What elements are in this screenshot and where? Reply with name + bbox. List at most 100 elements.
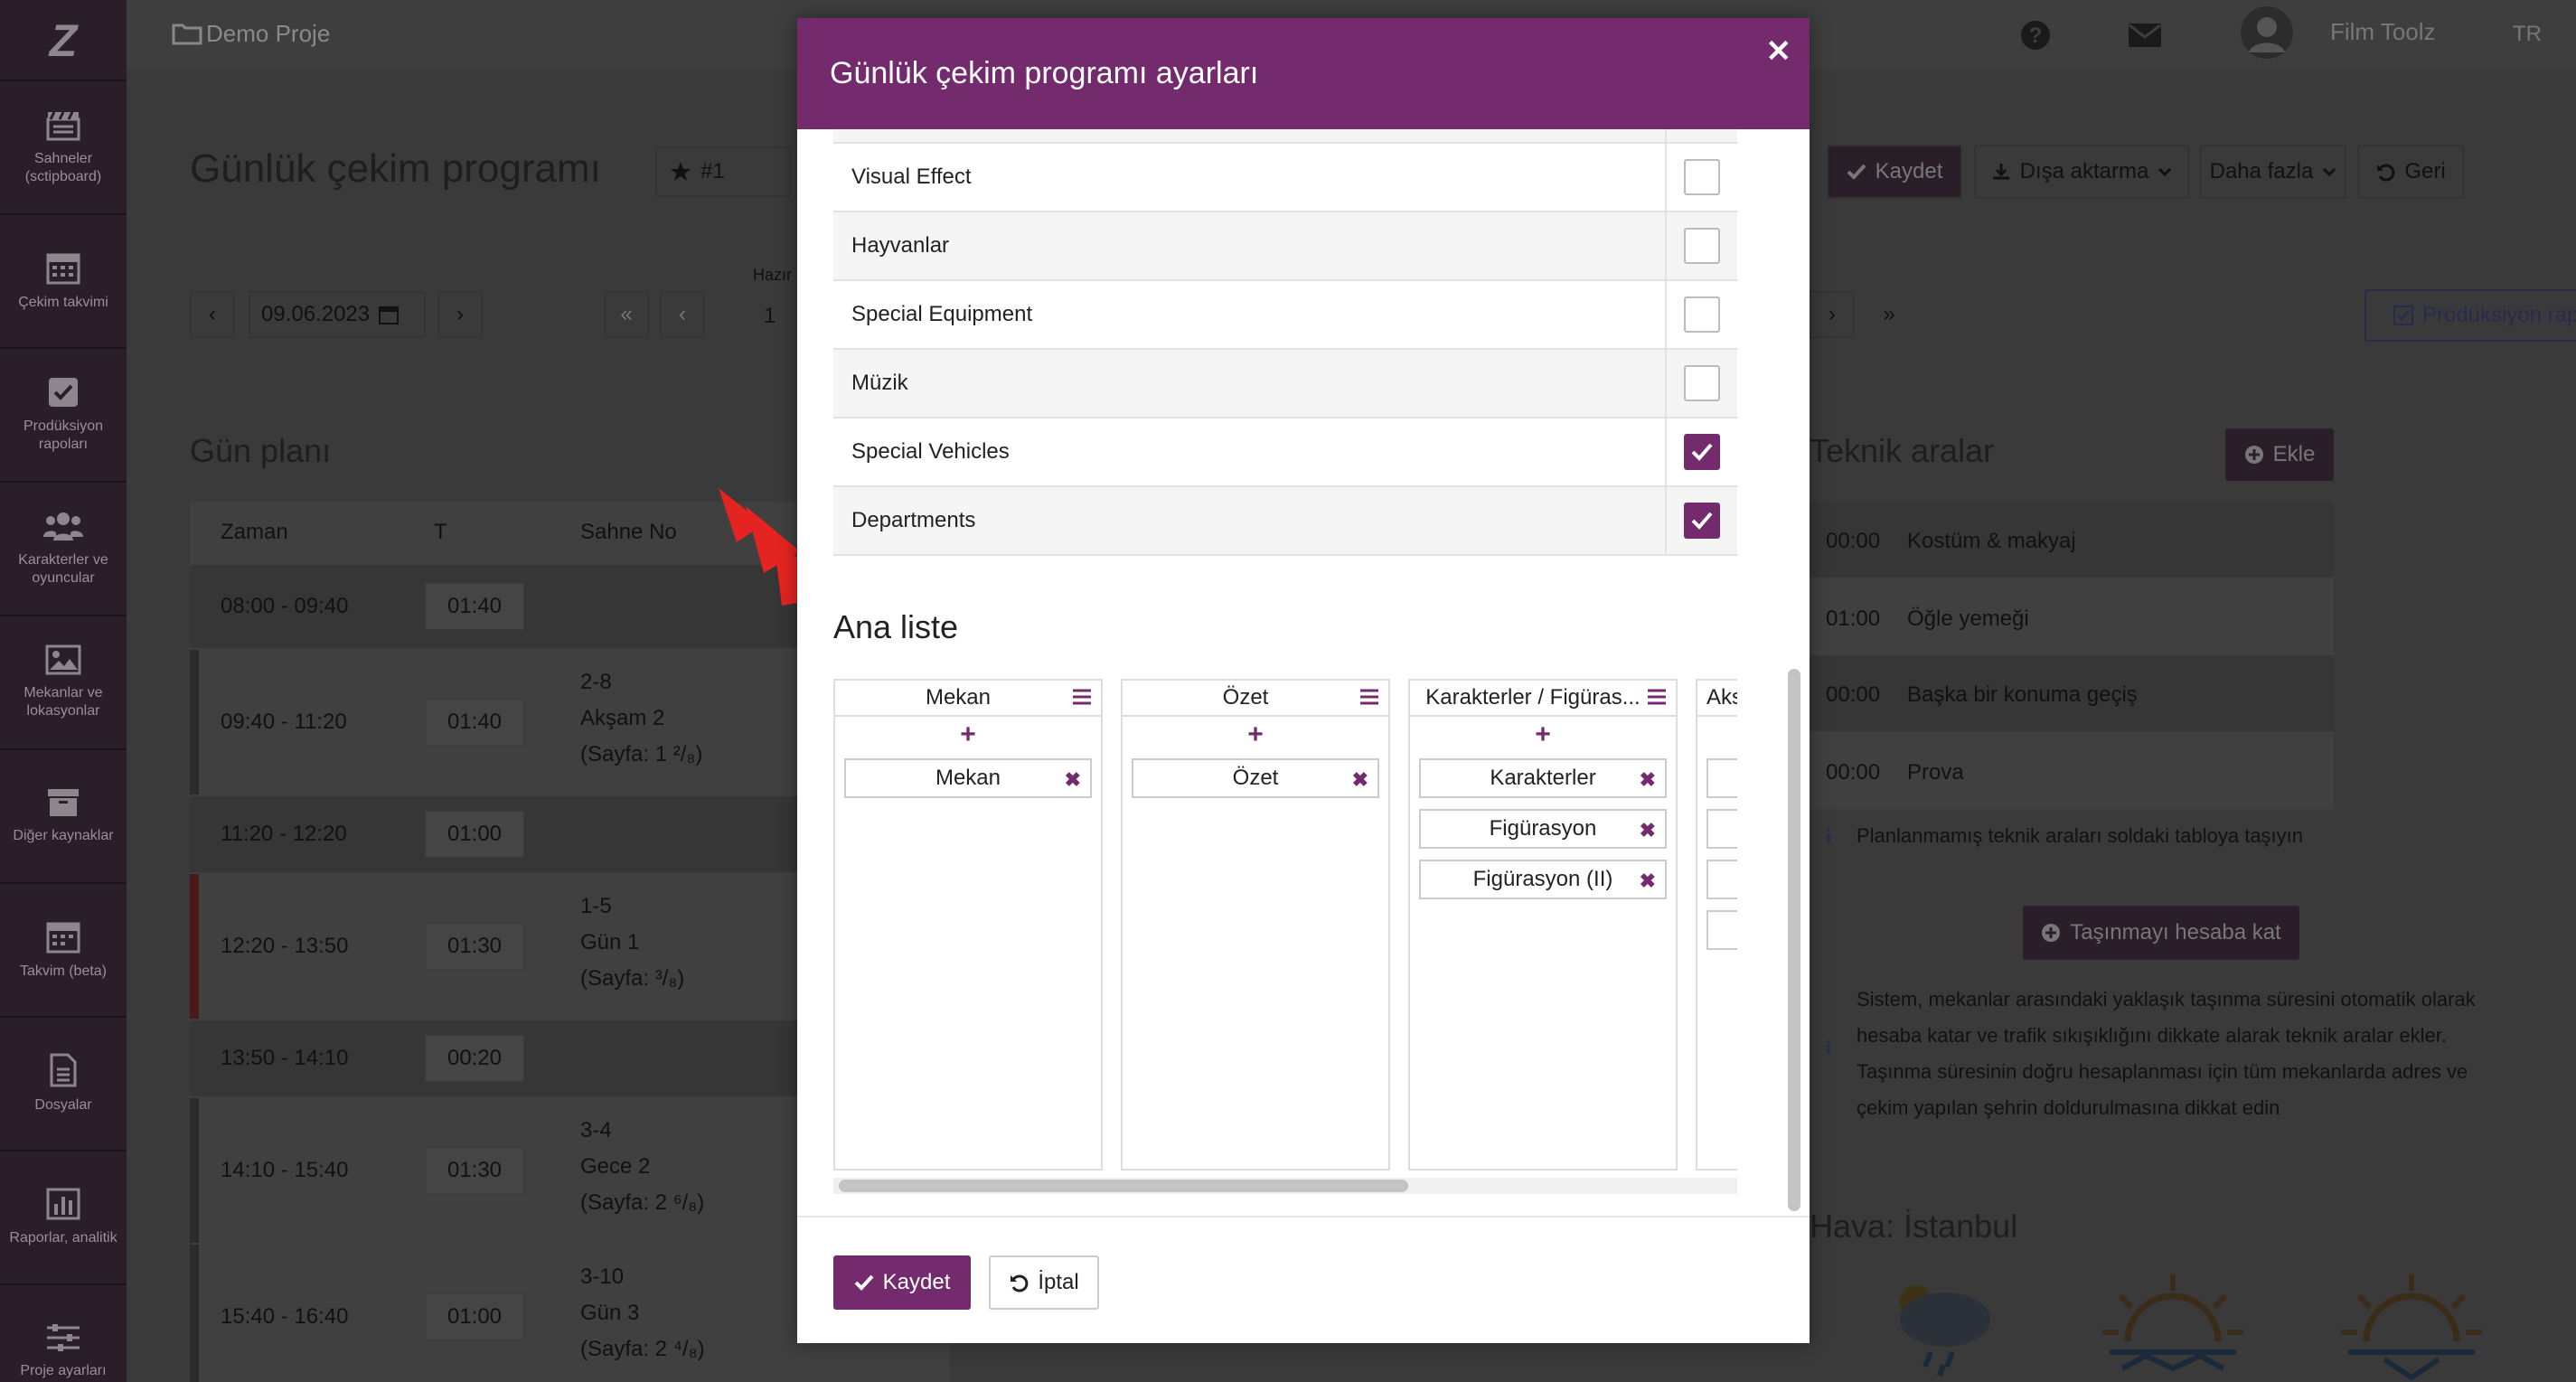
list-item[interactable]: 00:00 Kostüm & makyaj <box>1810 502 2334 578</box>
row-duration[interactable]: 01:30 <box>425 1147 524 1194</box>
undo-icon <box>2375 162 2395 182</box>
avatar[interactable] <box>2240 5 2294 60</box>
sidebar-item-production-reports[interactable]: Prodüksiyon rapoları <box>0 349 127 483</box>
sidebar-item-characters[interactable]: Karakterler ve oyuncular <box>0 483 127 616</box>
row-duration[interactable]: 01:40 <box>425 583 524 630</box>
back-button[interactable]: Geri <box>2357 145 2464 199</box>
sidebar-item-locations[interactable]: Mekanlar ve lokasyonlar <box>0 616 127 750</box>
day-number[interactable]: 1 <box>764 304 776 329</box>
row-duration[interactable]: 01:40 <box>425 699 524 746</box>
add-field-button[interactable]: + <box>835 717 1101 753</box>
vertical-scrollbar[interactable] <box>1788 669 1800 1211</box>
cancel-button[interactable]: İptal <box>989 1255 1099 1310</box>
menu-icon[interactable] <box>1072 688 1092 706</box>
column-card[interactable]: Özet + Özet ✖ <box>1121 679 1390 1170</box>
column-header: Mekan <box>925 685 992 710</box>
item-time: 01:00 <box>1826 606 1881 631</box>
user-name[interactable]: Film Toolz <box>2330 18 2436 46</box>
close-icon[interactable]: ✕ <box>1766 36 1792 67</box>
field-chip[interactable] <box>1706 809 1737 849</box>
last-page-button[interactable]: » <box>1866 291 1912 338</box>
remove-icon[interactable]: ✖ <box>1640 819 1656 842</box>
option-row[interactable]: Visual Effect <box>833 143 1737 212</box>
remove-icon[interactable]: ✖ <box>1640 768 1656 792</box>
project-name[interactable]: Demo Proje <box>206 20 330 48</box>
list-item[interactable]: 01:00 Öğle yemeği <box>1810 579 2334 655</box>
field-chip[interactable]: Figürasyon ✖ <box>1419 809 1667 849</box>
day-plan-title: Gün planı <box>190 432 332 469</box>
option-row[interactable]: Departments <box>833 486 1737 556</box>
list-item[interactable]: 00:00 Başka bir konuma geçiş <box>1810 655 2334 731</box>
row-duration[interactable]: 01:00 <box>425 811 524 858</box>
more-label: Daha fazla <box>2209 159 2314 183</box>
plus-circle-icon <box>2041 923 2061 943</box>
option-checkbox[interactable] <box>1684 434 1720 470</box>
field-chip[interactable]: Figürasyon (II) ✖ <box>1419 860 1667 899</box>
next-page-button[interactable]: › <box>1810 291 1855 338</box>
column-card[interactable]: Karakterler / Figüras... + Karakterler ✖ … <box>1408 679 1678 1170</box>
add-field-button[interactable]: + <box>1410 717 1676 753</box>
field-chip[interactable]: Karakterler ✖ <box>1419 758 1667 798</box>
sidebar-item-files[interactable]: Dosyalar <box>0 1018 127 1152</box>
field-chip[interactable] <box>1706 758 1737 798</box>
sidebar-item-label: Takvim (beta) <box>19 964 108 979</box>
option-checkbox[interactable] <box>1684 365 1720 401</box>
field-chip[interactable] <box>1706 860 1737 899</box>
row-duration[interactable]: 01:00 <box>425 1293 524 1340</box>
horizontal-scrollbar[interactable] <box>833 1178 1737 1194</box>
row-duration[interactable]: 01:30 <box>425 923 524 970</box>
export-button[interactable]: Dışa aktarma <box>1974 145 2189 199</box>
option-checkbox[interactable] <box>1684 228 1720 264</box>
language-switch[interactable]: TR <box>2513 22 2542 47</box>
option-row[interactable]: Müzik <box>833 349 1737 418</box>
list-item[interactable]: 00:00 Prova <box>1810 733 2334 809</box>
add-field-button[interactable]: + <box>1123 717 1388 753</box>
production-report-button[interactable]: Prodüksiyon raporu <box>2364 289 2576 342</box>
move-calc-button[interactable]: Taşınmayı hesaba kat <box>2023 906 2299 960</box>
option-checkbox[interactable] <box>1684 159 1720 195</box>
first-page-button[interactable]: « <box>604 291 649 338</box>
menu-icon[interactable] <box>1359 688 1379 706</box>
sidebar-item-project-settings[interactable]: Proje ayarları <box>0 1285 127 1382</box>
option-row[interactable]: Hayvanlar <box>833 212 1737 281</box>
date-input[interactable]: 09.06.2023 <box>249 291 426 338</box>
favorite-badge[interactable]: #1 <box>655 146 791 197</box>
column-card[interactable]: Mekan + Mekan ✖ <box>833 679 1103 1170</box>
field-chip[interactable]: Mekan ✖ <box>844 758 1092 798</box>
next-day-button[interactable]: › <box>437 291 483 338</box>
option-checkbox[interactable] <box>1684 503 1720 539</box>
option-row[interactable]: Special Vehicles <box>833 418 1737 487</box>
prev-page-button[interactable]: ‹ <box>660 291 705 338</box>
remove-icon[interactable]: ✖ <box>1640 870 1656 893</box>
sidebar-item-reports[interactable]: Raporlar, analitik <box>0 1152 127 1285</box>
row-scene: 3-10 <box>580 1264 625 1289</box>
scrollbar-thumb[interactable] <box>839 1180 1408 1192</box>
row-duration[interactable]: 00:20 <box>425 1035 524 1082</box>
save-button[interactable]: Kaydet <box>833 1255 971 1310</box>
info-icon: i <box>1826 1036 1832 1058</box>
remove-icon[interactable]: ✖ <box>1352 768 1368 792</box>
row-scene: 2-8 <box>580 670 612 694</box>
remove-icon[interactable]: ✖ <box>1065 768 1081 792</box>
mail-icon[interactable] <box>2129 24 2161 47</box>
option-checkbox[interactable] <box>1684 296 1720 333</box>
menu-icon[interactable] <box>1647 688 1667 706</box>
option-row[interactable]: Special Equipment <box>833 280 1737 350</box>
row-time: 08:00 - 09:40 <box>221 594 349 618</box>
add-button[interactable]: Ekle <box>2225 428 2334 481</box>
sidebar-item-scenes[interactable]: Sahneler (sctipboard) <box>0 81 127 215</box>
option-row-partial <box>833 129 1737 144</box>
sidebar-item-other-resources[interactable]: Diğer kaynaklar <box>0 750 127 884</box>
app-logo[interactable]: Z <box>0 0 127 81</box>
sidebar-item-calendar-beta[interactable]: Takvim (beta) <box>0 884 127 1018</box>
sidebar-item-label: Sahneler (sctipboard) <box>24 151 102 184</box>
prev-day-button[interactable]: ‹ <box>190 291 235 338</box>
more-button[interactable]: Daha fazla <box>2200 145 2346 199</box>
field-chip[interactable] <box>1706 910 1737 950</box>
field-chip[interactable]: Özet ✖ <box>1132 758 1379 798</box>
image-icon <box>45 644 81 675</box>
column-card[interactable]: Akse <box>1696 679 1737 1170</box>
help-icon[interactable]: ? <box>2020 20 2051 51</box>
sidebar-item-schedule[interactable]: Çekim takvimi <box>0 215 127 349</box>
save-button-bg[interactable]: Kaydet <box>1827 145 1962 199</box>
